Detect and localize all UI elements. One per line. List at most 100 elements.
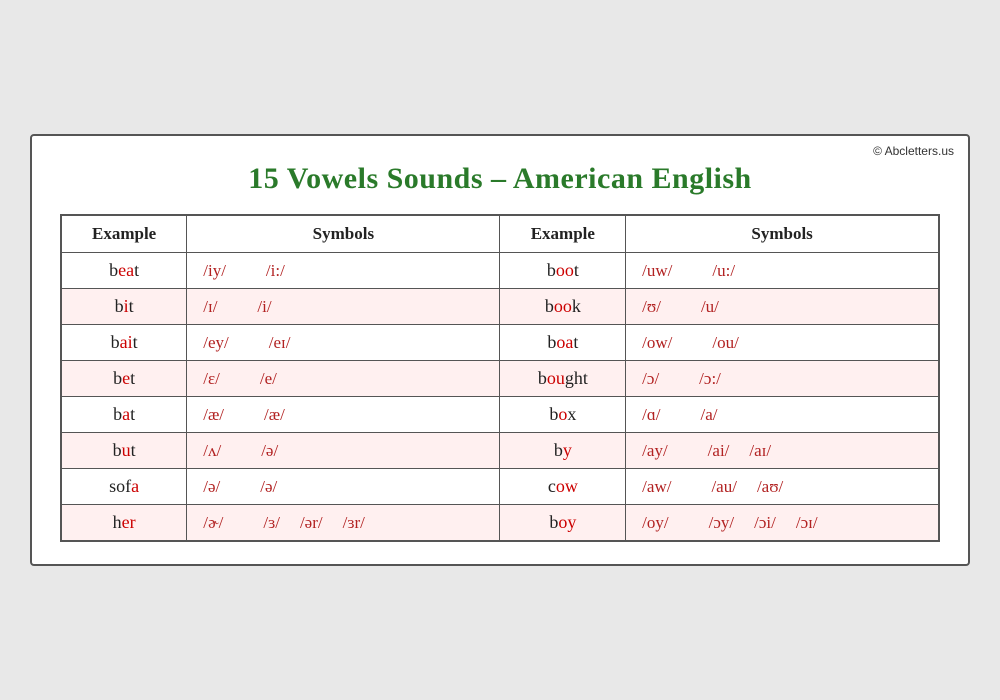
example-cell-left: beat bbox=[61, 253, 187, 289]
symbol-text: /uw/ bbox=[642, 261, 672, 280]
consonant-text: t bbox=[133, 332, 138, 352]
table-row: beat/iy//i:/boot/uw//u:/ bbox=[61, 253, 939, 289]
symbol-text: /oy/ bbox=[642, 513, 668, 532]
vowel-text: e bbox=[122, 368, 130, 388]
consonant-text: t bbox=[130, 404, 135, 424]
symbol-text: /ɔy/ bbox=[709, 513, 735, 532]
symbols-cell-left: /ey//eɪ/ bbox=[187, 325, 500, 361]
header-symbols-1: Symbols bbox=[187, 215, 500, 253]
table-row: but/ʌ/ /ə/by/ay//ai//aɪ/ bbox=[61, 433, 939, 469]
symbol-text: /ou/ bbox=[712, 333, 738, 352]
vowel-text: a bbox=[131, 476, 139, 496]
symbol-text: /ɔɪ/ bbox=[796, 513, 818, 532]
symbol-text: /ɔi/ bbox=[754, 513, 776, 532]
symbol-text: /ɚ/ bbox=[203, 513, 223, 532]
symbol-text: /ow/ bbox=[642, 333, 672, 352]
symbols-cell-left: /ʌ/ /ə/ bbox=[187, 433, 500, 469]
consonant-text: h bbox=[113, 512, 122, 532]
symbols-cell-right: /ʊ//u/ bbox=[626, 289, 939, 325]
vowel-text: oa bbox=[556, 332, 573, 352]
symbol-text: /ai/ bbox=[708, 441, 730, 460]
consonant-text: t bbox=[574, 260, 579, 280]
symbols-cell-right: /aw//au//aʊ/ bbox=[626, 469, 939, 505]
vowel-text: oo bbox=[554, 296, 572, 316]
symbols-cell-right: /uw/ /u:/ bbox=[626, 253, 939, 289]
consonant-text: b bbox=[547, 260, 556, 280]
vowel-text: ai bbox=[120, 332, 133, 352]
consonant-text: t bbox=[129, 296, 134, 316]
symbols-cell-right: /ay//ai//aɪ/ bbox=[626, 433, 939, 469]
symbol-text: /ə/ bbox=[260, 477, 277, 496]
consonant-text: b bbox=[113, 404, 122, 424]
symbol-text: /i:/ bbox=[266, 261, 285, 280]
symbol-text: /ɔ/ bbox=[642, 369, 659, 388]
example-cell-left: bet bbox=[61, 361, 187, 397]
consonant-text: t bbox=[573, 332, 578, 352]
consonant-text: b bbox=[538, 368, 547, 388]
example-cell-left: but bbox=[61, 433, 187, 469]
symbol-text: /ɔ:/ bbox=[699, 369, 721, 388]
example-cell-right: book bbox=[500, 289, 626, 325]
symbol-text: /e/ bbox=[260, 369, 277, 388]
symbol-text: /a/ bbox=[701, 405, 718, 424]
symbols-cell-right: /ɔ/ /ɔ:/ bbox=[626, 361, 939, 397]
example-cell-left: bait bbox=[61, 325, 187, 361]
header-symbols-2: Symbols bbox=[626, 215, 939, 253]
symbol-text: /ə/ bbox=[261, 441, 278, 460]
symbols-cell-left: /ɛ//e/ bbox=[187, 361, 500, 397]
symbol-text: /ɪ/ bbox=[203, 297, 217, 316]
table-row: bit/ɪ//i/book/ʊ//u/ bbox=[61, 289, 939, 325]
vowel-text: oo bbox=[556, 260, 574, 280]
symbol-text: /au/ bbox=[711, 477, 737, 496]
symbol-text: /u:/ bbox=[712, 261, 735, 280]
vowel-text: a bbox=[122, 404, 130, 424]
example-cell-right: cow bbox=[500, 469, 626, 505]
consonant-text: t bbox=[131, 440, 136, 460]
vowel-text: ow bbox=[556, 476, 578, 496]
header-example-2: Example bbox=[500, 215, 626, 253]
symbol-text: /i/ bbox=[257, 297, 271, 316]
symbols-cell-left: /iy/ /i:/ bbox=[187, 253, 500, 289]
example-cell-right: boy bbox=[500, 505, 626, 542]
consonant-text: b bbox=[113, 368, 122, 388]
consonant-text: b bbox=[547, 332, 556, 352]
main-card: © Abcletters.us 15 Vowels Sounds – Ameri… bbox=[30, 134, 970, 566]
example-cell-left: bat bbox=[61, 397, 187, 433]
symbol-text: /ʌ/ bbox=[203, 441, 221, 460]
vowel-text: ea bbox=[118, 260, 134, 280]
symbols-cell-left: /æ//æ/ bbox=[187, 397, 500, 433]
consonant-text: t bbox=[134, 260, 139, 280]
symbols-cell-right: /ɑ/ /a/ bbox=[626, 397, 939, 433]
symbols-cell-right: /ow/ /ou/ bbox=[626, 325, 939, 361]
symbol-text: /ey/ bbox=[203, 333, 229, 352]
consonant-text: b bbox=[111, 332, 120, 352]
table-header-row: Example Symbols Example Symbols bbox=[61, 215, 939, 253]
consonant-text: sof bbox=[109, 476, 131, 496]
example-cell-right: boot bbox=[500, 253, 626, 289]
vowels-table: Example Symbols Example Symbols beat/iy/… bbox=[60, 214, 940, 542]
consonant-text: c bbox=[548, 476, 556, 496]
symbols-cell-right: /oy/ /ɔy/ /ɔi/ /ɔɪ/ bbox=[626, 505, 939, 542]
vowel-text: u bbox=[122, 440, 131, 460]
consonant-text: b bbox=[109, 260, 118, 280]
symbol-text: /ɜr/ bbox=[343, 513, 365, 532]
consonant-text: x bbox=[567, 404, 576, 424]
symbols-cell-left: /ɚ//ɜ//ər//ɜr/ bbox=[187, 505, 500, 542]
consonant-text: ght bbox=[565, 368, 588, 388]
symbol-text: /aʊ/ bbox=[757, 477, 783, 496]
example-cell-left: her bbox=[61, 505, 187, 542]
table-row: bait/ey//eɪ/boat/ow//ou/ bbox=[61, 325, 939, 361]
table-row: sofa/ə//ə/cow/aw//au//aʊ/ bbox=[61, 469, 939, 505]
symbol-text: /æ/ bbox=[203, 405, 224, 424]
example-cell-right: boat bbox=[500, 325, 626, 361]
consonant-text: b bbox=[549, 512, 558, 532]
symbols-cell-left: /ɪ/ /i/ bbox=[187, 289, 500, 325]
example-cell-right: by bbox=[500, 433, 626, 469]
consonant-text: b bbox=[549, 404, 558, 424]
symbol-text: /iy/ bbox=[203, 261, 226, 280]
table-row: her/ɚ//ɜ//ər//ɜr/boy/oy/ /ɔy/ /ɔi/ /ɔɪ/ bbox=[61, 505, 939, 542]
symbol-text: /ə/ bbox=[203, 477, 220, 496]
symbol-text: /ɑ/ bbox=[642, 405, 660, 424]
vowel-text: y bbox=[563, 440, 572, 460]
consonant-text: t bbox=[130, 368, 135, 388]
